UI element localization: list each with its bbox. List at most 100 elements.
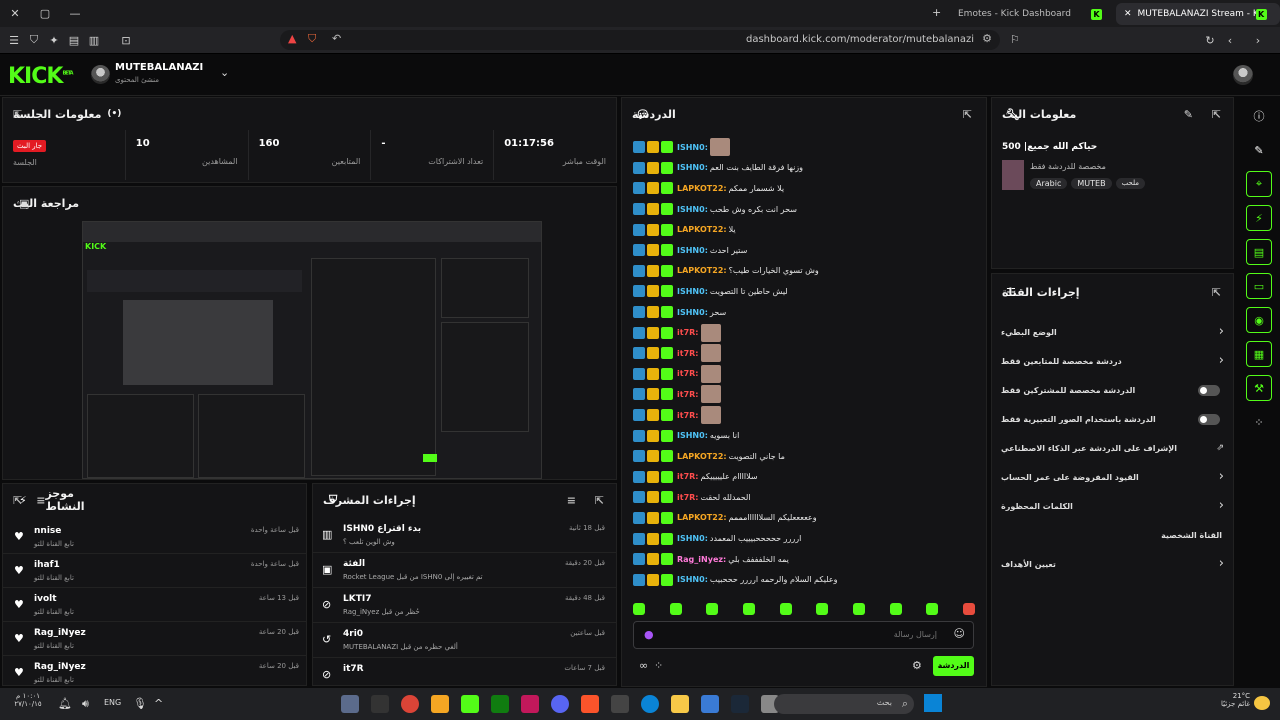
chat-username[interactable]: it7R: [677, 411, 699, 420]
chat-username[interactable]: ISHN0: [677, 308, 708, 317]
back-icon[interactable]: ‹ [1220, 34, 1240, 47]
toggle-switch[interactable] [1198, 385, 1220, 396]
chat-username[interactable]: ISHN0: [677, 534, 708, 543]
channel-action-row[interactable]: الوضع البطيء › [991, 318, 1234, 347]
chrome-app-icon[interactable] [401, 695, 419, 713]
lightning-icon[interactable]: ⚡ [1246, 205, 1272, 231]
chat-username[interactable]: LAPKOT22: [677, 266, 727, 275]
screenshot-icon[interactable]: ⊡ [116, 34, 136, 47]
chat-icon[interactable]: ▭ [1246, 273, 1272, 299]
emote-icon[interactable] [706, 603, 719, 615]
layout-icon[interactable]: ▦ [1246, 341, 1272, 367]
emote-icon[interactable] [926, 603, 939, 615]
volume-icon[interactable]: 🔊︎ [82, 697, 89, 711]
app-icon[interactable] [521, 695, 539, 713]
store-app-icon[interactable] [611, 695, 629, 713]
share-icon[interactable]: ↶ [332, 32, 341, 45]
close-window-icon[interactable]: ✕ [0, 7, 30, 20]
stream-video-player[interactable]: KICK [82, 221, 542, 479]
target-icon[interactable]: ⌖ [1246, 171, 1272, 197]
extensions-icon[interactable]: ✦ [44, 34, 64, 47]
emote-icon[interactable] [779, 603, 792, 615]
chat-username[interactable]: ISHN0: [677, 163, 708, 172]
broadcast-icon[interactable]: ◉ [1246, 307, 1272, 333]
channel-action-row[interactable]: الإشراف على الدردشة عبر الذكاء الاصطناعي… [991, 434, 1234, 463]
emoji-icon[interactable]: ☺ [954, 627, 965, 640]
new-tab-icon[interactable]: + [932, 6, 941, 19]
chat-username[interactable]: ISHN0: [677, 143, 708, 152]
expand-icon[interactable]: ⇱ [1212, 286, 1221, 299]
close-tab-icon[interactable]: ✕ [1124, 9, 1132, 19]
brave-app-icon[interactable] [581, 695, 599, 713]
folder-app-icon[interactable] [671, 695, 689, 713]
emote-icon[interactable] [889, 603, 902, 615]
chat-username[interactable]: it7R: [677, 390, 699, 399]
site-settings-icon[interactable]: ⚙ [982, 32, 992, 45]
info-icon[interactable]: ⓘ [1246, 103, 1272, 129]
dots-icon[interactable]: ⁘ [654, 659, 663, 672]
tab-stream[interactable]: ✕ MUTEBALANAZI Stream - Kick Dashboard K [1116, 3, 1280, 25]
app-icon[interactable] [701, 695, 719, 713]
activity-username[interactable]: nnise [34, 526, 61, 536]
chat-username[interactable]: Rag_iNyez: [677, 555, 726, 564]
chevron-down-icon[interactable]: ⌄ [220, 66, 229, 79]
user-avatar[interactable] [1233, 65, 1253, 85]
microphone-icon[interactable]: ● [644, 628, 654, 641]
weather-widget[interactable]: 21°C غائم جزئيًا [1214, 692, 1250, 708]
bookmark-icon[interactable]: ⚐ [1010, 33, 1020, 46]
dots-icon[interactable]: ⁘ [1246, 409, 1272, 435]
activity-username[interactable]: ivolt [34, 594, 57, 604]
forward-icon[interactable]: › [1248, 34, 1268, 47]
emote-icon[interactable] [633, 603, 645, 615]
emote-icon[interactable] [816, 603, 829, 615]
shield-icon[interactable]: ⛉ [24, 33, 44, 47]
discord-app-icon[interactable] [551, 695, 569, 713]
settings-app-icon[interactable] [341, 695, 359, 713]
taskbar-search[interactable]: بحث ⌕ [774, 694, 914, 714]
language-indicator[interactable]: ENG [104, 698, 121, 707]
chat-username[interactable]: LAPKOT22: [677, 225, 727, 234]
pencil-icon[interactable]: ✎ [1246, 137, 1272, 163]
wrench-icon[interactable]: ⚒ [1246, 375, 1272, 401]
start-icon[interactable] [924, 694, 942, 712]
channel-name[interactable]: MUTEBALANAZI [115, 62, 203, 73]
chat-username[interactable]: ISHN0: [677, 575, 708, 584]
tab-emotes[interactable]: Emotes - Kick Dashboard K [950, 3, 1110, 25]
brave-rewards-icon[interactable]: ▲ [288, 32, 296, 45]
edge-app-icon[interactable] [641, 695, 659, 713]
chat-username[interactable]: ISHN0: [677, 205, 708, 214]
activity-username[interactable]: Rag_iNyez [34, 662, 86, 672]
emote-icon[interactable] [669, 603, 682, 615]
chat-username[interactable]: it7R: [677, 369, 699, 378]
activity-username[interactable]: Rag_iNyez [34, 628, 86, 638]
emote-icon[interactable] [852, 603, 865, 615]
popout-icon[interactable]: ⇱ [963, 108, 972, 121]
chat-input[interactable]: ● إرسال رسالة ☺ [633, 621, 974, 649]
brave-shield-icon[interactable]: ⛉ [308, 32, 316, 46]
channel-action-row[interactable]: الدردشة مخصصة للمشتركين فقط [991, 376, 1234, 405]
menu-icon[interactable]: ☰ [4, 34, 24, 47]
channel-action-row[interactable]: تعيين الأهداف › [991, 550, 1234, 579]
emote-icon[interactable] [962, 603, 975, 615]
xbox-app-icon[interactable] [491, 695, 509, 713]
chat-username[interactable]: LAPKOT22: [677, 184, 727, 193]
settings-gear-icon[interactable]: ⚙ [912, 659, 922, 672]
channel-action-row[interactable]: القيود المفروضة على عمر الحساب › [991, 463, 1234, 492]
document-icon[interactable]: ▤ [1246, 239, 1272, 265]
emote-icon[interactable] [742, 603, 755, 615]
chat-username[interactable]: ISHN0: [677, 287, 708, 296]
expand-icon[interactable]: ⇱ [1212, 108, 1221, 121]
channel-action-row[interactable]: دردشة مخصصة للمتابعين فقط › [991, 347, 1234, 376]
chat-username[interactable]: ISHN0: [677, 246, 708, 255]
chat-username[interactable]: LAPKOT22: [677, 513, 727, 522]
url-bar[interactable]: ▲ ⛉ ↶ dashboard.kick.com/moderator/muteb… [280, 30, 1000, 50]
steam-app-icon[interactable] [731, 695, 749, 713]
activity-username[interactable]: ihaf1 [34, 560, 60, 570]
chat-username[interactable]: it7R: [677, 493, 699, 502]
restore-window-icon[interactable]: ▢ [30, 7, 60, 20]
notification-icon[interactable]: 🔔︎ [58, 697, 72, 710]
channel-action-row[interactable]: الكلمات المحظورة › [991, 492, 1234, 521]
chat-send-button[interactable]: الدردشة [933, 656, 974, 676]
filter-icon[interactable]: ≡ [567, 494, 576, 507]
app-icon[interactable] [461, 695, 479, 713]
